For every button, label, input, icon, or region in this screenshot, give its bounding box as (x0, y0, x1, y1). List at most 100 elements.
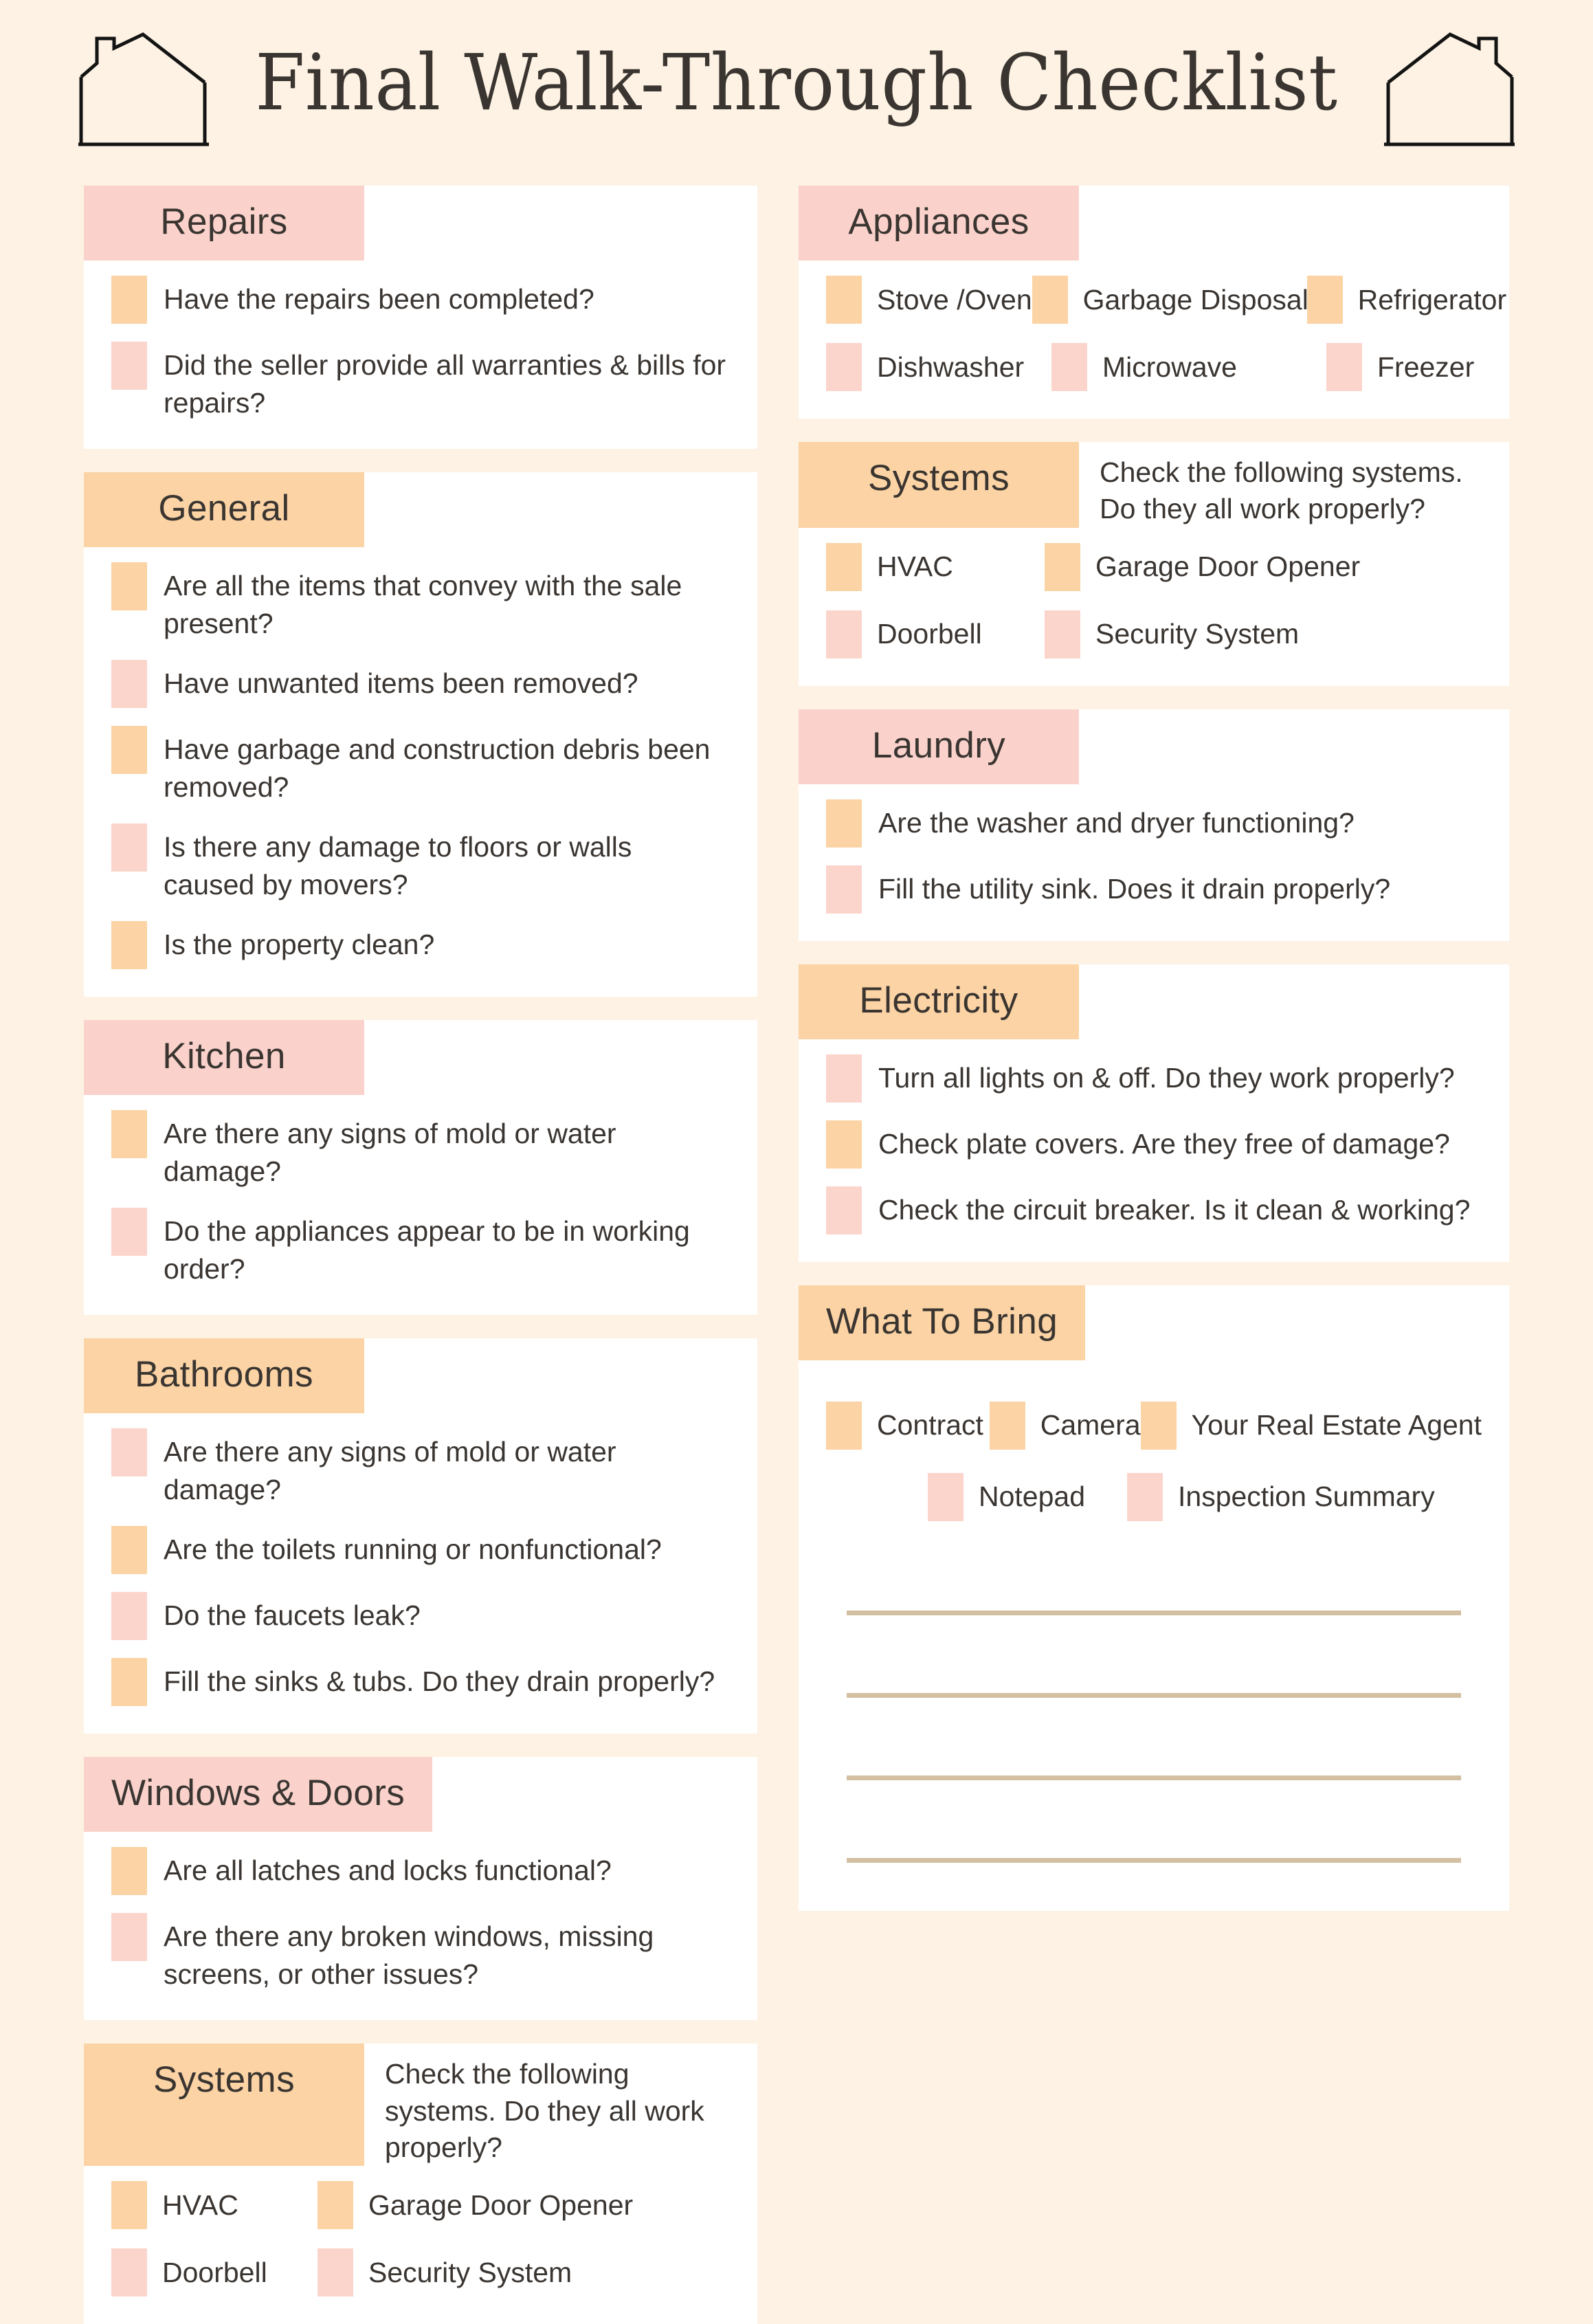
section-windows-doors: Windows & Doors Are all latches and lock… (84, 1757, 757, 2021)
checkbox[interactable] (111, 1658, 147, 1707)
checklist-item[interactable]: Microwave (1051, 343, 1326, 391)
checklist-item[interactable]: Your Real Estate Agent (1140, 1401, 1482, 1450)
checklist-item-label: Turn all lights on & off. Do they work p… (878, 1061, 1455, 1094)
checkbox[interactable] (1051, 343, 1087, 391)
checklist-item[interactable]: Notepad (928, 1472, 1127, 1521)
checklist-item-label: Have garbage and construction debris bee… (164, 733, 711, 803)
checklist-item[interactable]: Contract (826, 1401, 990, 1450)
checklist-item-label: Are the toilets running or nonfunctional… (164, 1534, 662, 1566)
checkbox[interactable] (111, 660, 147, 709)
checklist-item[interactable]: Are there any signs of mold or water dam… (111, 1428, 730, 1508)
checkbox[interactable] (1032, 276, 1068, 324)
checkbox[interactable] (826, 542, 862, 591)
checkbox[interactable] (1045, 610, 1080, 659)
checkbox[interactable] (826, 1186, 862, 1235)
checklist-item[interactable]: Inspection Summary (1127, 1472, 1435, 1521)
checklist-item[interactable]: Are there any signs of mold or water dam… (111, 1110, 730, 1190)
checklist-item[interactable]: Camera (989, 1401, 1141, 1450)
checklist-item[interactable]: Refrigerator (1306, 276, 1506, 324)
checklist-item[interactable]: Are the washer and dryer functioning? (826, 799, 1482, 848)
checkbox[interactable] (1140, 1401, 1177, 1450)
checkbox[interactable] (1326, 343, 1362, 391)
checklist-item-label: Do the appliances appear to be in workin… (164, 1215, 690, 1285)
checklist-item[interactable]: Is there any damage to floors or walls c… (111, 823, 730, 903)
checklist-item[interactable]: Security System (1045, 610, 1299, 659)
section-body: HVAC Garage Door Opener Doorbell Securit… (84, 2166, 757, 2324)
checklist-row: Dishwasher Microwave Freezer (826, 343, 1482, 391)
checkbox[interactable] (928, 1472, 963, 1521)
section-what-to-bring: What To Bring Contract Camera Your Real … (799, 1285, 1509, 1911)
checklist-item[interactable]: Fill the sinks & tubs. Do they drain pro… (111, 1658, 730, 1707)
notes-area[interactable] (799, 1576, 1509, 1911)
checklist-item[interactable]: Security System (318, 2248, 572, 2297)
checkbox[interactable] (1045, 542, 1080, 591)
checkbox[interactable] (111, 1913, 147, 1962)
section-body: Are all latches and locks functional? Ar… (84, 1832, 757, 2020)
checklist-item[interactable]: Are there any broken windows, missing sc… (111, 1913, 730, 1993)
checkbox[interactable] (111, 2181, 147, 2230)
checklist-item[interactable]: Fill the utility sink. Does it drain pro… (826, 865, 1482, 914)
checkbox[interactable] (111, 1208, 147, 1257)
section-body: Have the repairs been completed? Did the… (84, 261, 757, 449)
checklist-item[interactable]: Have garbage and construction debris bee… (111, 726, 730, 806)
checklist-item[interactable]: Have the repairs been completed? (111, 276, 730, 324)
section-header: Windows & Doors (84, 1757, 757, 1833)
section-header: Bathrooms (84, 1338, 757, 1414)
checkbox[interactable] (1127, 1472, 1163, 1521)
checkbox[interactable] (111, 921, 147, 970)
checkbox[interactable] (989, 1401, 1025, 1450)
checklist-item[interactable]: Doorbell (826, 610, 1045, 659)
checklist-item[interactable]: Check plate covers. Are they free of dam… (826, 1120, 1482, 1169)
checklist-item-label: Stove /Oven (877, 283, 1032, 316)
checklist-item[interactable]: Are the toilets running or nonfunctional… (111, 1526, 730, 1575)
checklist-item[interactable]: Dishwasher (826, 343, 1051, 391)
checklist-item-label: Camera (1040, 1409, 1141, 1441)
checkbox[interactable] (826, 1401, 862, 1450)
checklist-item[interactable]: Turn all lights on & off. Do they work p… (826, 1054, 1482, 1103)
checkbox[interactable] (318, 2181, 353, 2230)
left-column: Repairs Have the repairs been completed?… (84, 186, 757, 2324)
checklist-item[interactable]: Are all latches and locks functional? (111, 1847, 730, 1896)
checkbox[interactable] (318, 2248, 353, 2297)
checklist-item[interactable]: Freezer (1326, 343, 1474, 391)
checkbox[interactable] (111, 1592, 147, 1641)
checkbox[interactable] (111, 1526, 147, 1575)
checklist-item[interactable]: Do the appliances appear to be in workin… (111, 1208, 730, 1287)
checkbox[interactable] (826, 343, 862, 391)
checklist-item[interactable]: Is the property clean? (111, 921, 730, 970)
checklist-columns: Repairs Have the repairs been completed?… (0, 186, 1593, 2324)
checkbox[interactable] (111, 562, 147, 611)
checkbox[interactable] (111, 276, 147, 324)
checkbox[interactable] (826, 1120, 862, 1169)
section-body: Are all the items that convey with the s… (84, 547, 757, 997)
checklist-item[interactable]: Did the seller provide all warranties & … (111, 342, 730, 421)
checklist-item[interactable]: HVAC (111, 2181, 318, 2230)
checklist-item[interactable]: Garage Door Opener (318, 2181, 633, 2230)
checkbox[interactable] (826, 1054, 862, 1103)
checkbox[interactable] (826, 799, 862, 848)
checklist-item[interactable]: Do the faucets leak? (111, 1592, 730, 1641)
checklist-item-label: Contract (877, 1409, 983, 1441)
checkbox[interactable] (111, 342, 147, 390)
checklist-item[interactable]: Garbage Disposal (1032, 276, 1308, 324)
checklist-item[interactable]: Doorbell (111, 2248, 318, 2297)
checklist-item[interactable]: Check the circuit breaker. Is it clean &… (826, 1186, 1482, 1235)
checkbox[interactable] (111, 1110, 147, 1159)
checkbox[interactable] (826, 276, 862, 324)
checkbox[interactable] (1306, 276, 1343, 324)
section-title: Electricity (799, 964, 1079, 1039)
checkbox[interactable] (111, 1428, 147, 1477)
checkbox[interactable] (111, 1847, 147, 1896)
checklist-item[interactable]: Garage Door Opener (1045, 542, 1360, 591)
checklist-item[interactable]: Have unwanted items been removed? (111, 660, 730, 709)
checkbox[interactable] (111, 2248, 147, 2297)
checklist-item-label: Security System (1095, 618, 1300, 650)
checklist-item[interactable]: HVAC (826, 542, 1045, 591)
checkbox[interactable] (826, 865, 862, 914)
checkbox[interactable] (111, 823, 147, 872)
checklist-item-label: Is there any damage to floors or walls c… (164, 831, 632, 900)
checklist-item[interactable]: Are all the items that convey with the s… (111, 562, 730, 642)
checkbox[interactable] (111, 726, 147, 775)
checklist-item[interactable]: Stove /Oven (826, 276, 1032, 324)
checkbox[interactable] (826, 610, 862, 659)
